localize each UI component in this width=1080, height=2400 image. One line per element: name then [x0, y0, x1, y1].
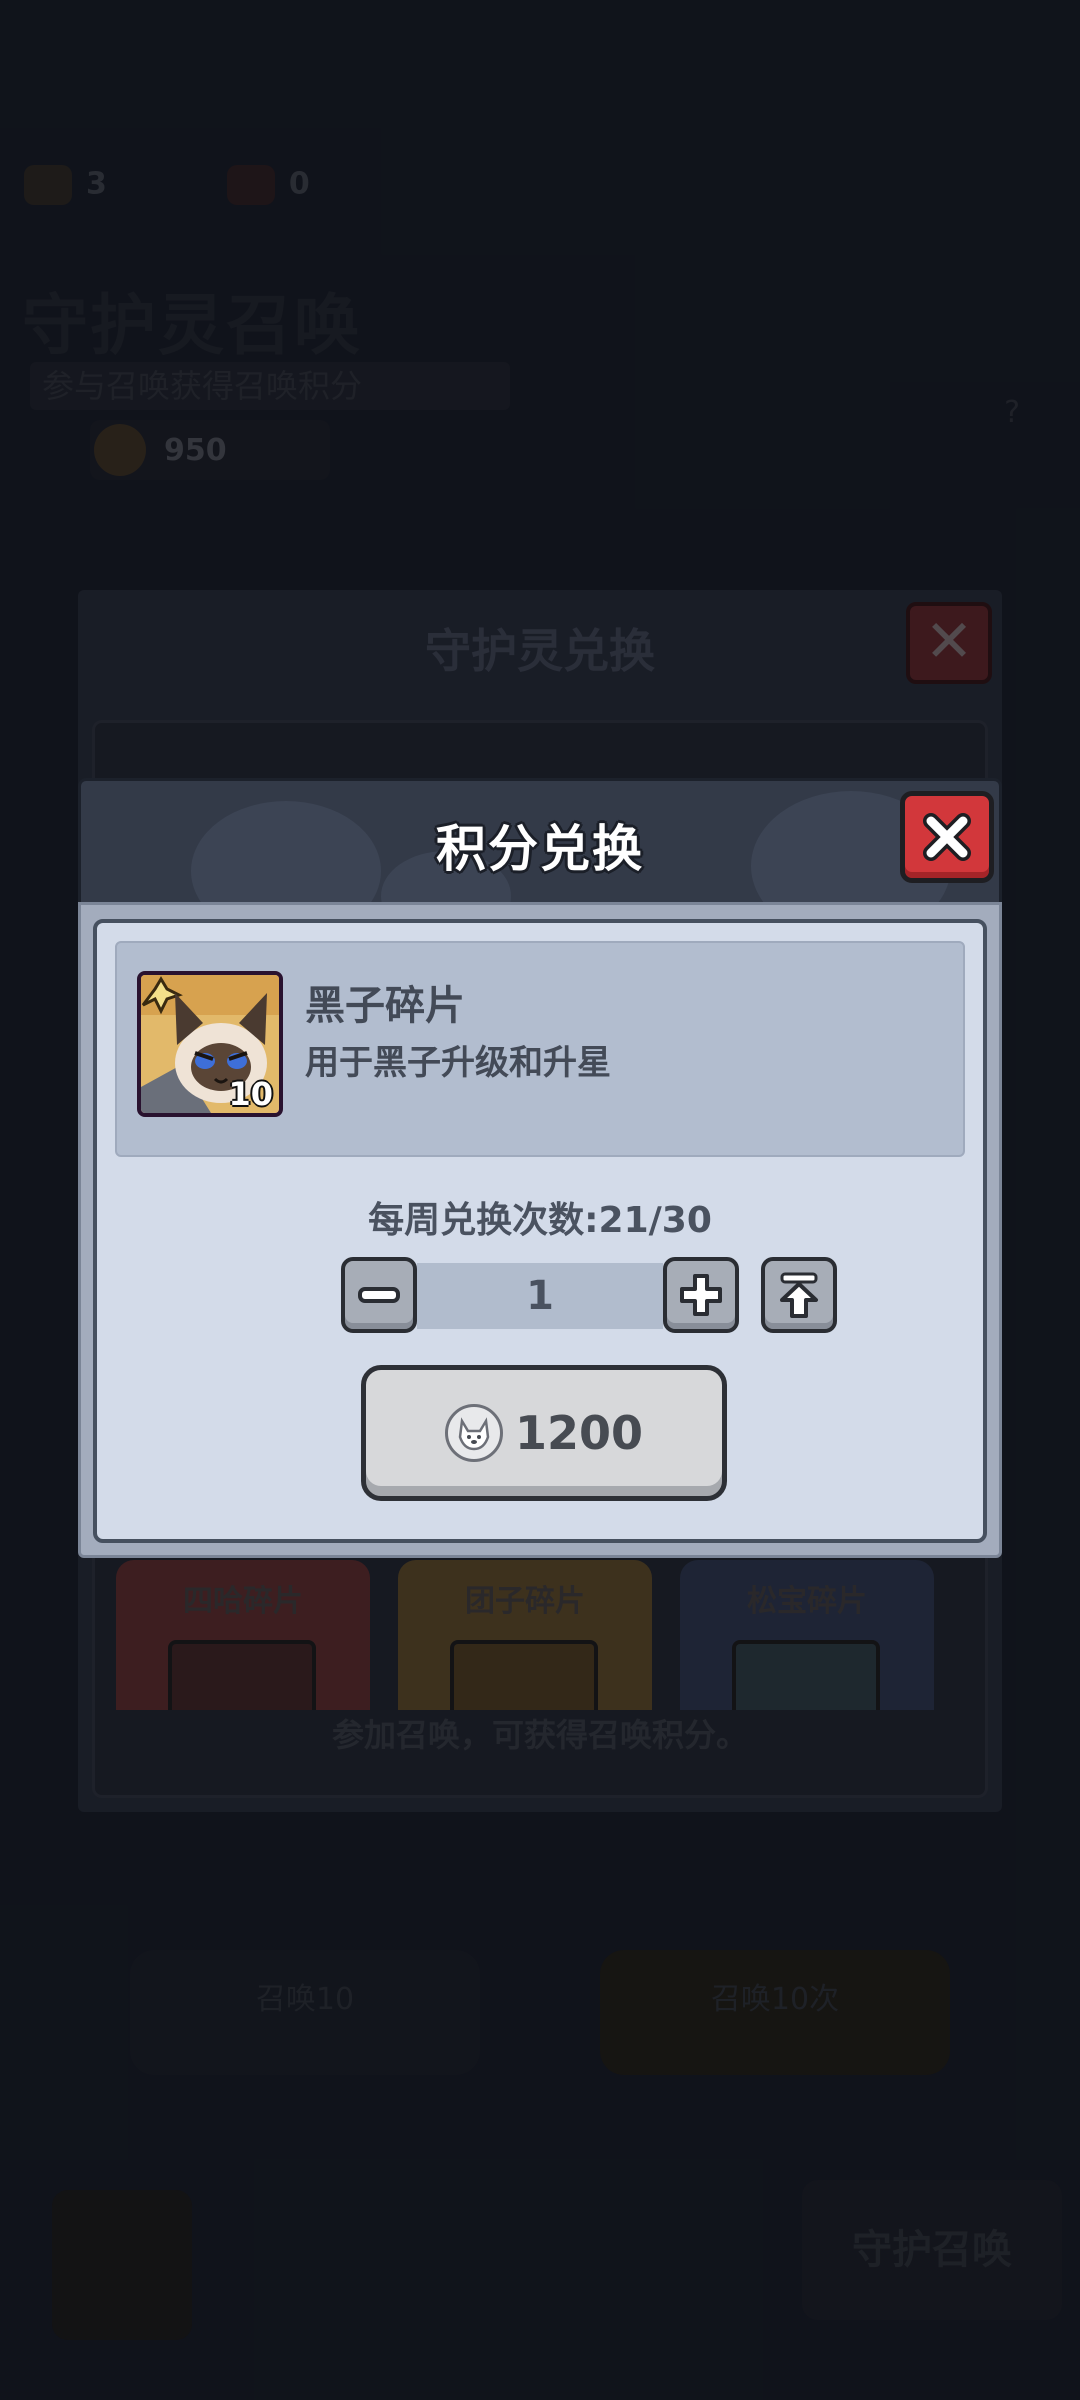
plus-icon: [680, 1274, 722, 1316]
weekly-limit-text: 每周兑换次数:21/30: [368, 1200, 712, 1241]
item-count-badge: 10: [228, 1075, 273, 1113]
item-description: 用于黑子升级和升星: [305, 1043, 611, 1083]
decrease-button[interactable]: [341, 1257, 417, 1333]
max-arrow-icon: [780, 1272, 818, 1318]
item-name: 黑子碎片: [305, 983, 465, 1029]
minus-icon: [358, 1287, 400, 1303]
increase-button[interactable]: [663, 1257, 739, 1333]
dialog-panel: 10 黑子碎片 用于黑子升级和升星 每周兑换次数:21/30 1 1200: [93, 919, 987, 1543]
close-icon: [923, 813, 971, 861]
screen: 3 0 守护灵召唤 参与召唤获得召唤积分 ? 950 守护灵兑换 ✕ 四哈碎片 …: [0, 0, 1080, 2400]
points-coin-icon: [444, 1404, 503, 1462]
dialog-body: 10 黑子碎片 用于黑子升级和升星 每周兑换次数:21/30 1 1200: [78, 902, 1002, 1558]
dialog-title: 积分兑换: [436, 820, 644, 878]
max-button[interactable]: [761, 1257, 837, 1333]
quantity-input[interactable]: 1: [417, 1263, 663, 1329]
item-icon[interactable]: 10: [137, 971, 283, 1117]
item-info-card: 10 黑子碎片 用于黑子升级和升星: [115, 941, 965, 1157]
close-button[interactable]: [900, 791, 994, 883]
exchange-price: 1200: [514, 1406, 644, 1460]
exchange-button[interactable]: 1200: [361, 1365, 727, 1501]
dog-face-icon: [458, 1417, 490, 1451]
quantity-stepper: 1: [341, 1257, 841, 1335]
points-exchange-dialog: 积分兑换 10 黑子碎片 用于黑子升级和升星 每周兑换次数:21/30 1 12…: [78, 778, 1002, 1558]
dialog-header: 积分兑换: [78, 778, 1002, 902]
